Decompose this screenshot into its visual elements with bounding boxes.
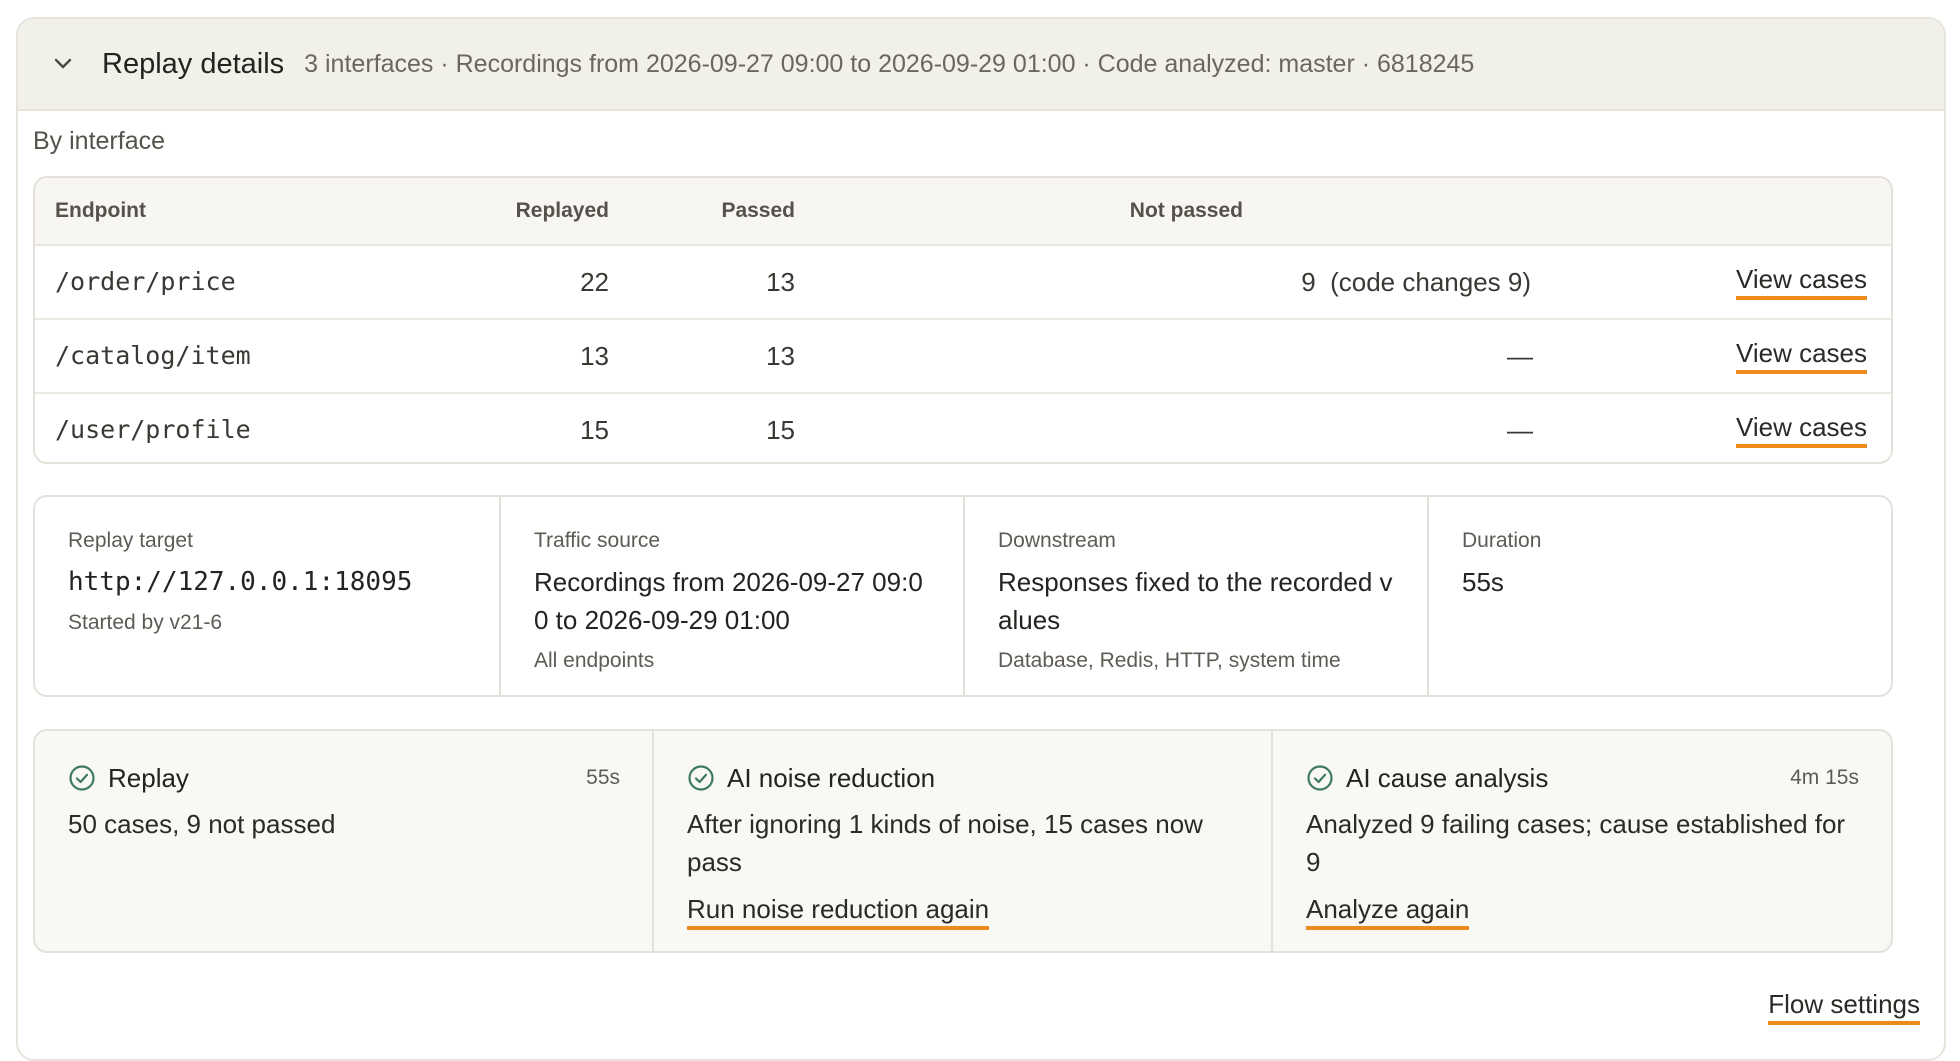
info-traffic-source: Traffic source Recordings from 2026-09-2… — [501, 497, 965, 695]
duration-value: 55s — [1462, 567, 1504, 597]
view-cases-link[interactable]: View cases — [1735, 412, 1867, 448]
not-passed-cell: — — [1507, 341, 1533, 371]
step-description: Analyzed 9 failing cases; cause establis… — [1306, 809, 1846, 877]
panel-summary: 3 interfaces · Recordings from 2026-09-2… — [304, 49, 1475, 78]
flow-settings-link[interactable]: Flow settings — [1768, 989, 1920, 1025]
step-replay: Replay 55s 50 cases, 9 not passed — [35, 731, 654, 951]
step-title: Replay — [108, 762, 189, 793]
endpoint-cell: /order/price — [55, 267, 236, 296]
panel-header[interactable]: Replay details 3 interfaces · Recordings… — [18, 19, 1944, 111]
table-row: /catalog/item 13 13 — View cases — [35, 320, 1891, 394]
replayed-cell: 13 — [580, 341, 609, 371]
not-passed-cell: — — [1507, 415, 1533, 445]
column-header-passed: Passed — [721, 199, 795, 222]
section-label-by-interface: By interface — [33, 127, 166, 155]
info-label: Downstream — [998, 529, 1116, 552]
step-duration: 55s — [586, 766, 620, 789]
info-label: Replay target — [68, 529, 193, 552]
info-replay-target: Replay target http://127.0.0.1:18095 Sta… — [35, 497, 501, 695]
traffic-source-scope: All endpoints — [534, 649, 655, 672]
passed-cell: 13 — [766, 267, 795, 297]
step-description: 50 cases, 9 not passed — [68, 809, 336, 839]
replay-target-url: http://127.0.0.1:18095 — [68, 567, 413, 597]
downstream-value: Responses fixed to the recorded values — [998, 567, 1393, 635]
replay-info: Replay target http://127.0.0.1:18095 Sta… — [33, 495, 1893, 697]
passed-cell: 15 — [766, 415, 795, 445]
column-header-replayed: Replayed — [515, 199, 609, 222]
not-passed-cell: 9 (code changes 9) — [1301, 267, 1531, 297]
column-header-not-passed: Not passed — [1129, 199, 1243, 222]
view-cases-link[interactable]: View cases — [1735, 338, 1867, 374]
step-title: AI cause analysis — [1346, 762, 1549, 793]
check-circle-icon — [687, 764, 715, 792]
info-duration: Duration 55s — [1429, 497, 1891, 695]
table-header: Endpoint Replayed Passed Not passed — [35, 178, 1891, 246]
downstream-deps: Database, Redis, HTTP, system time — [998, 649, 1341, 672]
replayed-cell: 22 — [580, 267, 609, 297]
run-noise-reduction-again-link[interactable]: Run noise reduction again — [687, 894, 990, 930]
chevron-down-icon[interactable] — [50, 51, 76, 77]
step-description: After ignoring 1 kinds of noise, 15 case… — [687, 809, 1203, 877]
step-ai-cause-analysis: AI cause analysis 4m 15s Analyzed 9 fail… — [1273, 731, 1891, 951]
check-circle-icon — [68, 764, 96, 792]
info-label: Traffic source — [534, 529, 661, 552]
started-by: Started by v21-6 — [68, 611, 223, 634]
interface-table: Endpoint Replayed Passed Not passed /ord… — [33, 176, 1893, 464]
info-label: Duration — [1462, 529, 1542, 552]
step-duration: 4m 15s — [1790, 766, 1859, 789]
table-row: /order/price 22 13 9 (code changes 9) Vi… — [35, 246, 1891, 320]
check-circle-icon — [1306, 764, 1334, 792]
info-downstream: Downstream Responses fixed to the record… — [965, 497, 1429, 695]
panel-title: Replay details — [102, 47, 285, 80]
table-row: /user/profile 15 15 — View cases — [35, 394, 1891, 462]
step-ai-noise-reduction: AI noise reduction After ignoring 1 kind… — [654, 731, 1273, 951]
endpoint-cell: /user/profile — [55, 415, 251, 444]
passed-cell: 13 — [766, 341, 795, 371]
replayed-cell: 15 — [580, 415, 609, 445]
pipeline-steps: Replay 55s 50 cases, 9 not passed AI noi… — [33, 729, 1893, 953]
traffic-source-value: Recordings from 2026-09-27 09:00 to 2026… — [534, 567, 923, 635]
endpoint-cell: /catalog/item — [55, 341, 251, 370]
view-cases-link[interactable]: View cases — [1735, 264, 1867, 300]
step-title: AI noise reduction — [727, 762, 936, 793]
column-header-endpoint: Endpoint — [55, 199, 146, 222]
analyze-again-link[interactable]: Analyze again — [1306, 894, 1470, 930]
